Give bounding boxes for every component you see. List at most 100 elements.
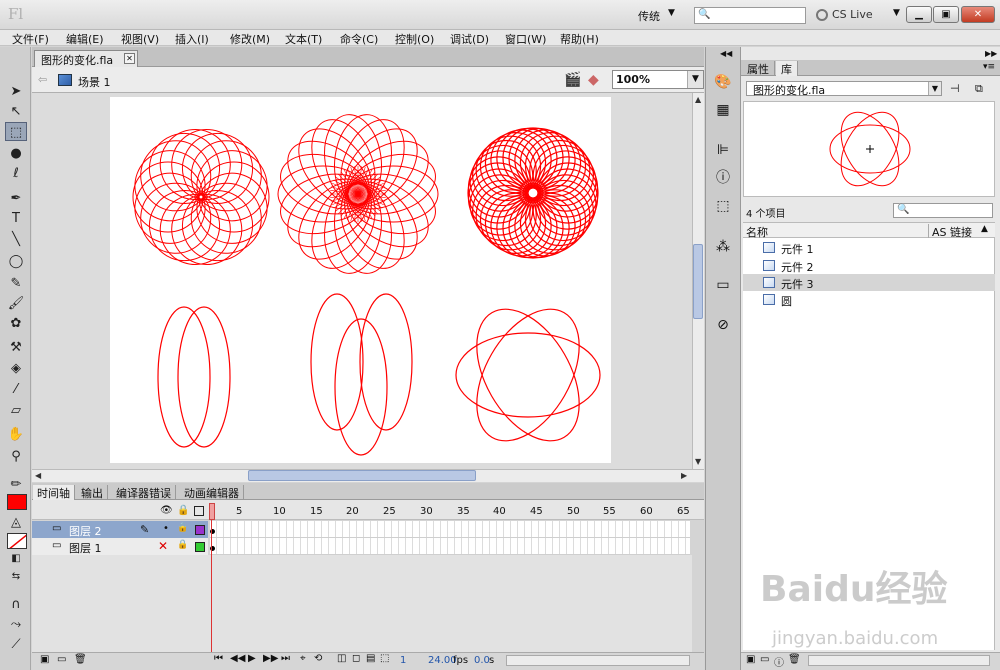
zoom-tool-icon[interactable]: ⚲ <box>5 447 27 466</box>
free-transform-tool-icon[interactable]: ⬚ <box>5 122 27 141</box>
back-arrow-icon[interactable]: ⇦ <box>38 73 47 86</box>
motion-presets-icon[interactable]: ▭ <box>713 276 733 294</box>
paint-bucket-tool-icon[interactable]: ◈ <box>5 359 27 378</box>
selection-tool-icon[interactable]: ➤ <box>5 82 27 101</box>
eraser-tool-icon[interactable]: ▱ <box>5 401 27 420</box>
vertical-scroll-thumb[interactable] <box>693 244 703 319</box>
edit-scene-icon[interactable]: 🎬 <box>564 72 581 88</box>
stage[interactable] <box>110 97 611 463</box>
layer-name[interactable]: 图层 1 <box>69 540 102 556</box>
zoom-select[interactable]: 100% ▼ <box>612 70 704 89</box>
text-tool-icon[interactable]: T <box>5 209 27 228</box>
menu-insert[interactable]: 插入(I) <box>175 31 209 47</box>
visible-dot-icon[interactable]: • <box>163 523 169 534</box>
components-panel-icon[interactable]: ⁂ <box>713 238 733 256</box>
menu-help[interactable]: 帮助(H) <box>560 31 599 47</box>
layer-row-1[interactable]: ▭ 图层 1 ✕ 🔒 <box>32 538 208 555</box>
loop-icon[interactable]: ⟲ <box>314 653 322 664</box>
new-layer-icon[interactable]: ▣ <box>40 654 49 665</box>
menu-file[interactable]: 文件(F) <box>12 31 49 47</box>
play-icon[interactable]: ▶ <box>248 653 256 664</box>
eye-icon[interactable]: 👁 <box>160 505 173 516</box>
pencil-tool-icon[interactable]: ✎ <box>5 274 27 293</box>
new-folder-icon[interactable]: ▭ <box>760 654 769 665</box>
scroll-right-icon[interactable]: ▶ <box>681 471 687 480</box>
layer-1-frames[interactable] <box>210 538 690 555</box>
library-item[interactable]: 元件 2 <box>743 257 995 274</box>
playhead[interactable] <box>209 503 215 520</box>
edit-multiple-icon[interactable]: ▤ <box>366 653 375 664</box>
scene-label[interactable]: 场景 1 <box>78 74 111 90</box>
menu-edit[interactable]: 编辑(E) <box>66 31 104 47</box>
close-button[interactable]: ✕ <box>961 6 995 23</box>
smooth-icon[interactable]: ⤳ <box>5 615 27 634</box>
eyedropper-tool-icon[interactable]: ⁄ <box>5 380 27 399</box>
lock-icon[interactable]: 🔒 <box>177 505 189 516</box>
layer-row-2[interactable]: ▭ 图层 2 ✎ • 🔒 <box>32 521 208 538</box>
swatches-panel-icon[interactable]: ▦ <box>713 101 733 119</box>
library-item[interactable]: 元件 1 <box>743 239 995 256</box>
edit-symbols-icon[interactable]: ◆ <box>588 72 599 88</box>
properties-icon[interactable]: ⓘ <box>774 654 784 669</box>
hand-tool-icon[interactable]: ✋ <box>5 425 27 444</box>
menu-text[interactable]: 文本(T) <box>285 31 322 47</box>
scroll-up-icon[interactable]: ▲ <box>695 95 701 104</box>
tab-motion-editor[interactable]: 动画编辑器 <box>180 485 244 500</box>
menu-control[interactable]: 控制(O) <box>395 31 434 47</box>
lock-icon[interactable]: 🔒 <box>177 540 188 550</box>
library-item[interactable]: 圆 <box>743 291 995 308</box>
layer-color-box[interactable] <box>195 525 205 535</box>
align-panel-icon[interactable]: ⊫ <box>713 141 733 159</box>
menu-debug[interactable]: 调试(D) <box>450 31 489 47</box>
minimize-button[interactable]: ▁ <box>906 6 932 23</box>
code-snippets-icon[interactable]: ⊘ <box>713 316 733 334</box>
fill-color-swatch[interactable] <box>7 533 27 549</box>
menu-modify[interactable]: 修改(M) <box>230 31 270 47</box>
hidden-x-icon[interactable]: ✕ <box>158 539 168 553</box>
black-white-icon[interactable]: ◧ <box>5 549 27 568</box>
elapsed-time[interactable]: 0.0 <box>474 655 490 666</box>
last-frame-icon[interactable]: ⏭ <box>281 653 290 664</box>
color-panel-icon[interactable]: 🎨 <box>713 73 733 91</box>
tab-timeline[interactable]: 时间轴 <box>33 485 75 500</box>
library-item[interactable]: 元件 3 <box>743 274 995 291</box>
layer-2-frames[interactable] <box>210 521 690 538</box>
menu-window[interactable]: 窗口(W) <box>505 31 546 47</box>
library-document-select[interactable]: 图形的变化.fla ▼ <box>746 81 942 97</box>
pen-tool-icon[interactable]: ✒ <box>5 189 27 208</box>
chevron-down-icon[interactable]: ▼ <box>893 8 900 18</box>
menu-commands[interactable]: 命令(C) <box>340 31 378 47</box>
onion-skin-icon[interactable]: ◫ <box>337 653 346 664</box>
prev-frame-icon[interactable]: ◀◀ <box>230 653 245 664</box>
swap-colors-icon[interactable]: ⇆ <box>5 567 27 586</box>
tab-library[interactable]: 库 <box>776 61 798 76</box>
outline-icon[interactable] <box>194 506 204 516</box>
subselection-tool-icon[interactable]: ↖ <box>5 102 27 121</box>
center-frame-icon[interactable]: ⌖ <box>300 653 306 664</box>
sort-arrow-icon[interactable]: ▲ <box>981 224 988 234</box>
new-library-panel-icon[interactable]: ⧉ <box>975 82 983 96</box>
workspace-switcher[interactable]: 传统 <box>638 8 660 24</box>
maximize-button[interactable]: ▣ <box>933 6 959 23</box>
pin-library-icon[interactable]: ⊣ <box>950 82 960 95</box>
snap-magnet-icon[interactable]: ∩ <box>5 595 27 614</box>
current-frame[interactable]: 1 <box>400 655 406 666</box>
brush-tool-icon[interactable]: 🖌 <box>5 294 27 313</box>
layer-color-box[interactable] <box>195 542 205 552</box>
oval-tool-icon[interactable]: ◯ <box>5 252 27 271</box>
first-frame-icon[interactable]: ⏮ <box>214 653 223 664</box>
info-panel-icon[interactable]: ⓘ <box>713 169 733 187</box>
bone-tool-icon[interactable]: ⚒ <box>5 338 27 357</box>
horizontal-scroll-thumb[interactable] <box>248 470 476 481</box>
document-tab[interactable]: 图形的变化.fla ✕ <box>34 50 138 67</box>
chevron-down-icon[interactable]: ▼ <box>928 82 941 95</box>
menu-view[interactable]: 视图(V) <box>121 31 159 47</box>
collapse-arrows-icon[interactable]: ▶▶ <box>985 49 997 58</box>
delete-icon[interactable]: 🗑 <box>74 654 87 665</box>
stroke-color-swatch[interactable] <box>7 494 27 510</box>
onion-markers-icon[interactable]: ⬚ <box>380 653 389 664</box>
tab-properties[interactable]: 属性 <box>742 61 775 76</box>
tab-compiler-errors[interactable]: 编译器错误 <box>112 485 176 500</box>
chevron-down-icon[interactable]: ▼ <box>668 8 675 18</box>
onion-outline-icon[interactable]: ◻ <box>352 653 360 664</box>
